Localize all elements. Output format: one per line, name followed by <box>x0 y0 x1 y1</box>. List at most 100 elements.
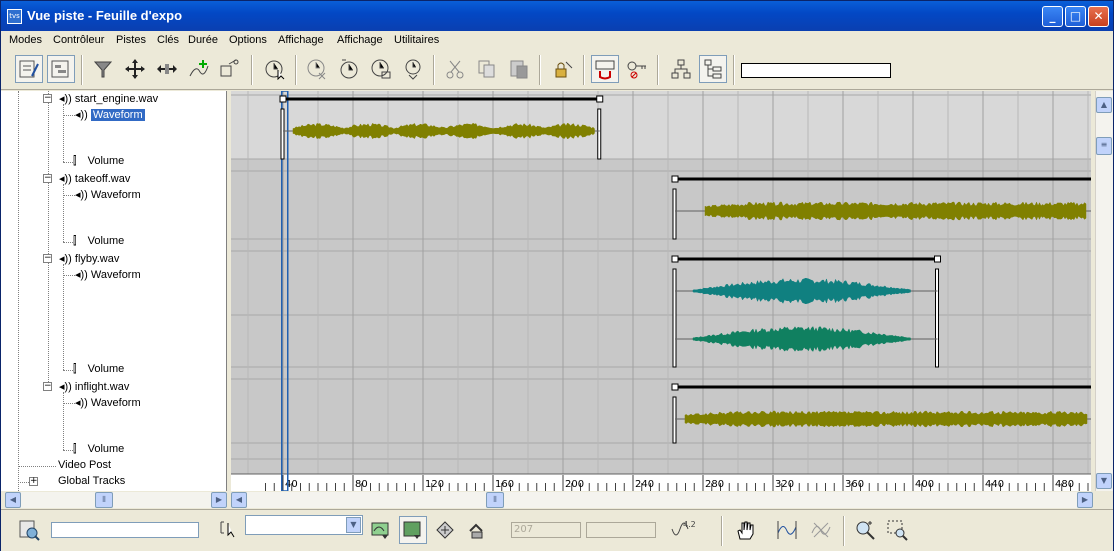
vertical-scrollbar[interactable]: ▲ ≡ ▼ <box>1095 91 1113 491</box>
clip-edge <box>280 108 285 160</box>
selection-set-dropdown[interactable]: ▼ <box>245 515 363 535</box>
key-stats-icon[interactable] <box>431 516 459 544</box>
add-keys-icon[interactable] <box>185 55 213 83</box>
clip-start-handle <box>671 255 679 263</box>
zoom-value-extents-icon[interactable] <box>807 516 835 544</box>
expander-global-tracks[interactable]: + <box>29 477 38 486</box>
snap-frames-icon[interactable] <box>591 55 619 83</box>
scale-keys-icon[interactable] <box>215 55 243 83</box>
title-bar[interactable]: tvs Vue piste - Feuille d'expo _ □ ✕ <box>1 1 1113 31</box>
scroll-left-button[interactable]: ◀ <box>5 492 21 508</box>
scale-time-icon[interactable] <box>367 55 395 83</box>
speaker-icon: ◂)) <box>59 173 72 185</box>
clip-end-handle <box>596 95 604 103</box>
scroll-left-button[interactable]: ◀ <box>231 492 247 508</box>
edit-keys-icon[interactable] <box>15 55 43 83</box>
expander-takeoff[interactable]: − <box>43 174 52 183</box>
tree-item-global-tracks[interactable]: Global Tracks <box>58 475 125 487</box>
pan-hand-icon[interactable] <box>731 516 759 544</box>
tree-horizontal-scrollbar[interactable]: ◀ ⦀ ▶ <box>5 492 227 508</box>
vertical-scroll-thumb[interactable]: ≡ <box>1096 137 1112 155</box>
track-canvas[interactable]: 40 80 120 160 200 240 280 320 360 400 440 480 <box>231 91 1091 491</box>
speaker-icon: ◂)) <box>75 269 88 281</box>
tree-item-volume[interactable]: ⫿ Volume <box>73 443 124 456</box>
lock-selection-icon[interactable] <box>549 55 577 83</box>
toolbar-text-field[interactable] <box>741 63 891 78</box>
select-by-name-icon[interactable] <box>215 516 243 544</box>
tree-item-volume[interactable]: ⫿ Volume <box>73 235 124 248</box>
hierarchy-icon[interactable] <box>667 55 695 83</box>
tree-item-waveform[interactable]: ◂)) Waveform <box>75 268 141 281</box>
toolbar-separator <box>81 55 83 85</box>
expander-start-engine[interactable]: − <box>43 94 52 103</box>
tree-item-volume[interactable]: ⫿ Volume <box>73 155 124 168</box>
tree-scroll-thumb[interactable]: ⦀ <box>95 492 113 508</box>
tree-item-volume[interactable]: ⫿ Volume <box>73 363 124 376</box>
select-time-icon[interactable] <box>261 55 289 83</box>
zoom-region-icon[interactable] <box>883 516 911 544</box>
menu-options[interactable]: Options <box>229 34 267 46</box>
menu-pistes[interactable]: Pistes <box>116 34 146 46</box>
menu-bar: Modes Contrôleur Pistes Clés Durée Optio… <box>1 31 1113 50</box>
insert-time-icon[interactable] <box>335 55 363 83</box>
minimize-button[interactable]: _ <box>1042 6 1063 27</box>
reverse-time-icon[interactable] <box>399 55 427 83</box>
speaker-icon: ◂)) <box>59 381 72 393</box>
controller-tree: − ◂)) start_engine.wav ◂)) Waveform ⫿ Vo… <box>1 91 227 491</box>
menu-affichage-1[interactable]: Affichage <box>278 34 324 46</box>
speaker-icon: ◂)) <box>75 397 88 409</box>
speaker-icon: ◂)) <box>59 253 72 265</box>
menu-utilitaires[interactable]: Utilitaires <box>394 34 439 46</box>
menu-affichage-2[interactable]: Affichage <box>337 34 383 46</box>
slide-keys-icon[interactable] <box>153 55 181 83</box>
scroll-up-button[interactable]: ▲ <box>1096 97 1112 113</box>
zoom-icon[interactable] <box>851 516 879 544</box>
scroll-down-button[interactable]: ▼ <box>1096 473 1112 489</box>
menu-controleur[interactable]: Contrôleur <box>53 34 104 46</box>
maximize-button[interactable]: □ <box>1065 6 1086 27</box>
menu-cles[interactable]: Clés <box>157 34 179 46</box>
zoom-selected-object-icon[interactable] <box>15 516 43 544</box>
name-field[interactable] <box>51 522 199 538</box>
expander-flyby[interactable]: − <box>43 254 52 263</box>
tree-item-takeoff[interactable]: ◂)) takeoff.wav <box>59 172 130 185</box>
expander-inflight[interactable]: − <box>43 382 52 391</box>
scale-values-icon[interactable]: 4.2 <box>669 516 697 544</box>
ruler-tick-label: 480 <box>1055 479 1074 490</box>
move-keys-icon[interactable] <box>121 55 149 83</box>
tree-item-waveform[interactable]: ◂)) Waveform <box>75 188 141 201</box>
tree-item-flyby[interactable]: ◂)) flyby.wav <box>59 252 119 265</box>
delete-time-icon[interactable] <box>303 55 331 83</box>
key-unlock-icon[interactable] <box>463 516 491 544</box>
chevron-down-icon[interactable]: ▼ <box>346 517 361 533</box>
show-key-icon[interactable] <box>367 516 395 544</box>
tree-item-waveform[interactable]: ◂)) Waveform <box>75 108 145 121</box>
cut-icon[interactable] <box>441 55 469 83</box>
paste-icon[interactable] <box>505 55 533 83</box>
tree-item-start-engine[interactable]: ◂)) start_engine.wav <box>59 92 158 105</box>
tree-item-waveform[interactable]: ◂)) Waveform <box>75 396 141 409</box>
close-button[interactable]: ✕ <box>1088 6 1109 27</box>
filter-icon[interactable] <box>89 55 117 83</box>
frame-field[interactable]: 207 <box>511 522 581 538</box>
show-selected-keys-icon[interactable] <box>399 516 427 544</box>
main-toolbar <box>1 50 1113 90</box>
canvas-scroll-thumb[interactable]: ⦀ <box>486 492 504 508</box>
toolbar-separator <box>657 55 659 85</box>
tree-item-video-post[interactable]: Video Post <box>58 459 111 471</box>
menu-modes[interactable]: Modes <box>9 34 42 46</box>
menu-duree[interactable]: Durée <box>188 34 218 46</box>
clip-start-handle <box>671 383 679 391</box>
lock-key-icon[interactable] <box>623 55 651 83</box>
ruler-tick-label: 40 <box>285 479 298 490</box>
copy-icon[interactable] <box>473 55 501 83</box>
tree-item-inflight[interactable]: ◂)) inflight.wav <box>59 380 129 393</box>
zoom-horizontal-extents-icon[interactable] <box>773 516 801 544</box>
tree-view-icon[interactable] <box>699 55 727 83</box>
canvas-horizontal-scrollbar[interactable]: ◀ ⦀ ▶ <box>231 492 1093 508</box>
edit-ranges-icon[interactable] <box>47 55 75 83</box>
scroll-right-button[interactable]: ▶ <box>211 492 227 508</box>
value-field[interactable] <box>586 522 656 538</box>
scroll-right-button[interactable]: ▶ <box>1077 492 1093 508</box>
toolbar-separator <box>539 55 541 85</box>
